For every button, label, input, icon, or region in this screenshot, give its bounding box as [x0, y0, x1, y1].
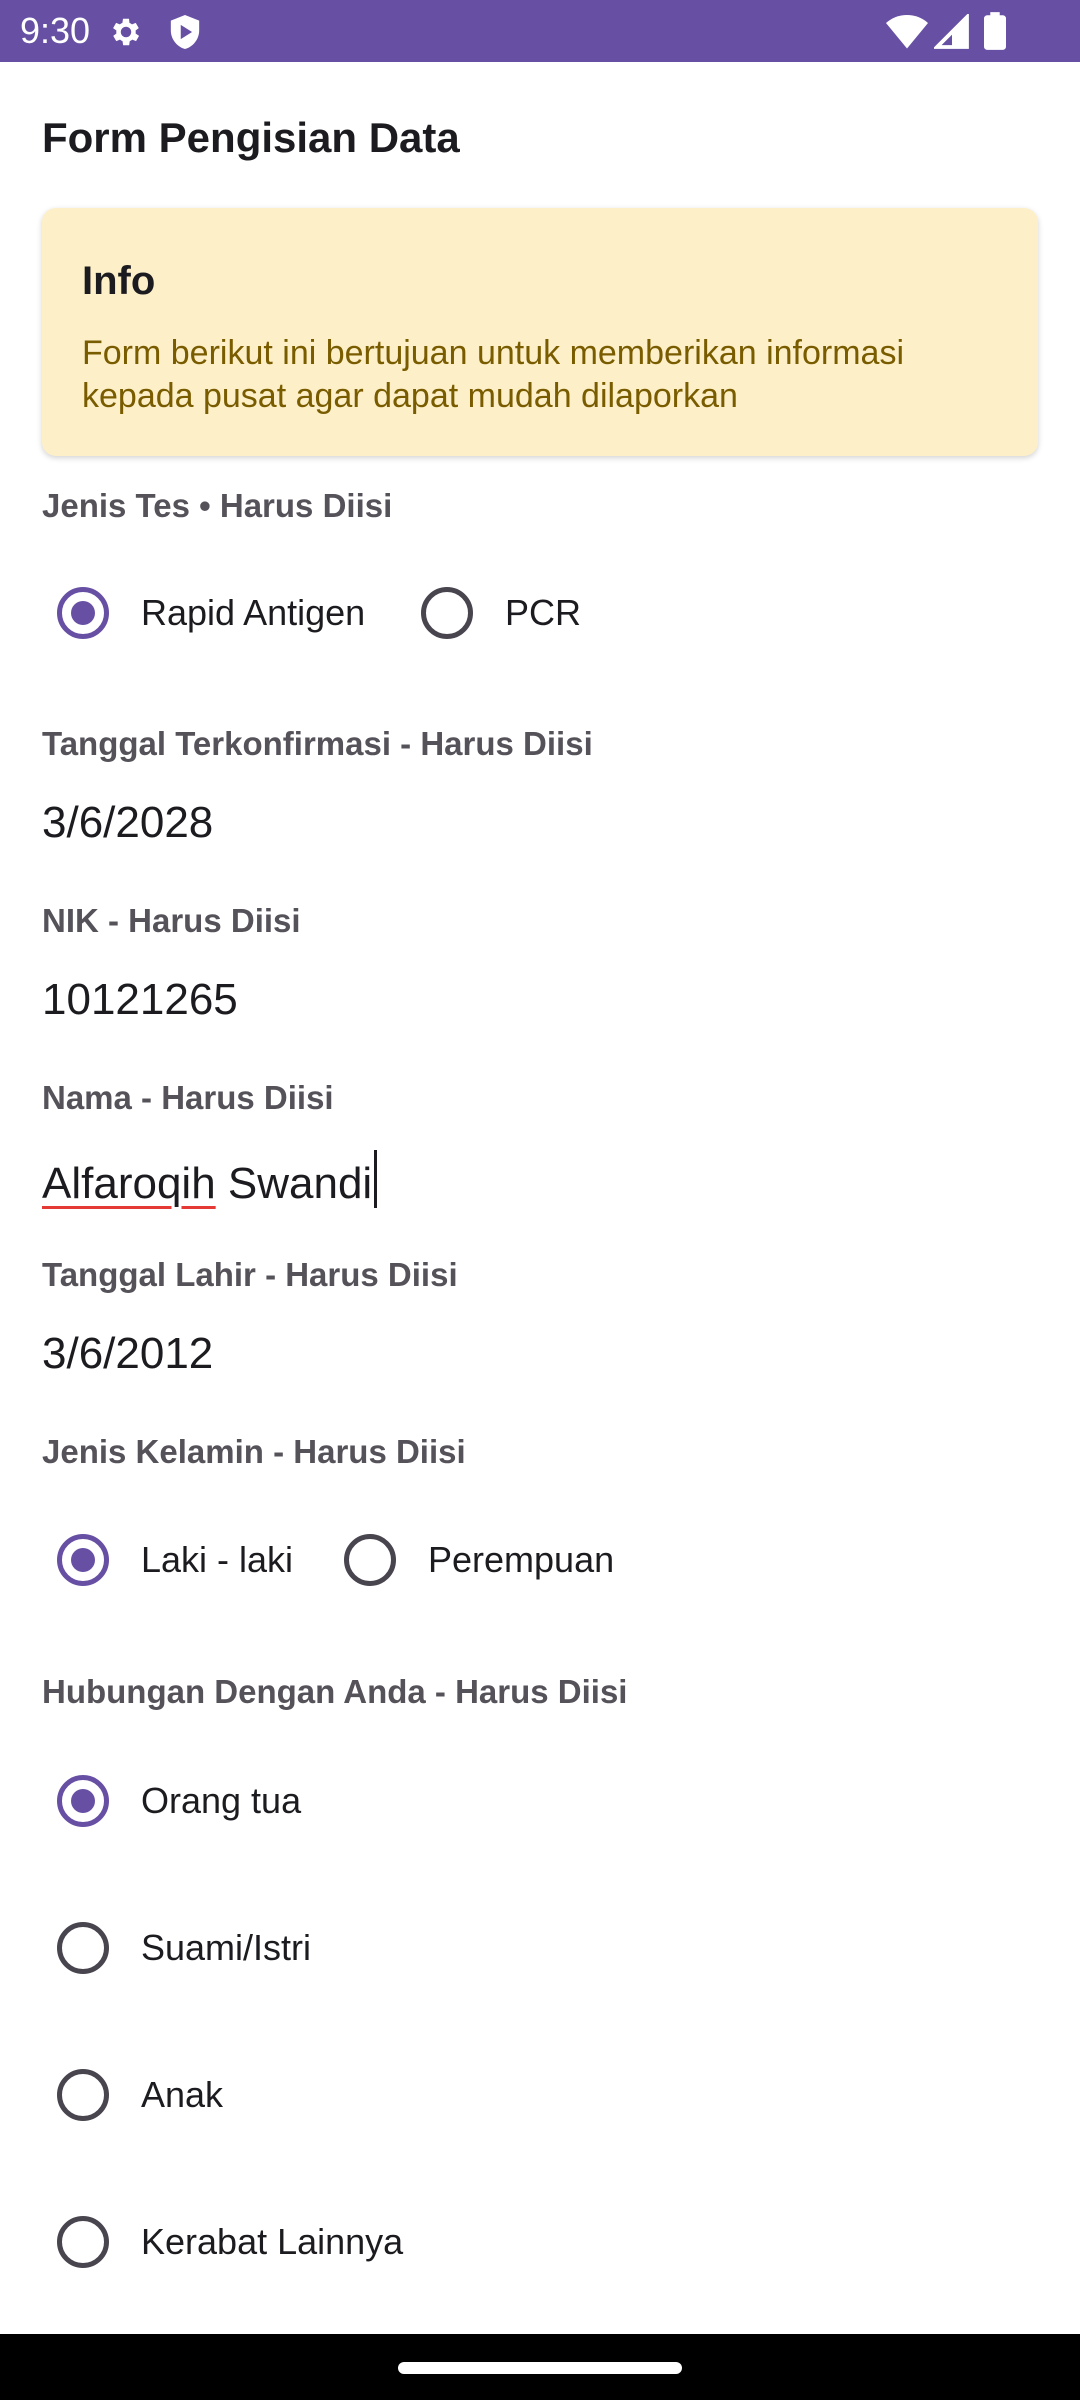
radio-label: Suami/Istri	[141, 1927, 312, 1968]
tanggal-lahir-field[interactable]: 3/6/2012	[42, 1327, 213, 1381]
home-handle[interactable]	[398, 2362, 682, 2374]
status-bar: 9:30	[0, 0, 1080, 62]
radio-button-checked[interactable]	[57, 1534, 109, 1586]
nik-label: NIK - Harus Diisi	[42, 902, 301, 939]
wifi-icon	[886, 14, 928, 49]
radio-orang-tua[interactable]: Orang tua	[57, 1771, 301, 1831]
text-cursor	[374, 1150, 378, 1208]
info-text: Form berikut ini bertujuan untuk memberi…	[82, 334, 905, 415]
radio-anak[interactable]: Anak	[57, 2065, 223, 2125]
radio-button-checked[interactable]	[57, 1775, 109, 1827]
signal-icon	[934, 14, 969, 49]
status-time: 9:30	[20, 10, 91, 51]
radio-button[interactable]	[344, 1534, 396, 1586]
radio-button[interactable]	[421, 587, 473, 639]
radio-button[interactable]	[57, 1922, 109, 1974]
tanggal-lahir-label: Tanggal Lahir - Harus Diisi	[42, 1256, 458, 1293]
radio-label: Anak	[141, 2074, 224, 2115]
radio-suami-istri[interactable]: Suami/Istri	[57, 1918, 311, 1978]
hubungan-label: Hubungan Dengan Anda - Harus Diisi	[42, 1673, 628, 1710]
radio-label: Laki - laki	[141, 1539, 294, 1580]
radio-label: PCR	[505, 592, 582, 633]
radio-label: Orang tua	[141, 1780, 302, 1821]
radio-button-checked[interactable]	[57, 587, 109, 639]
info-card: Info Form berikut ini bertujuan untuk me…	[42, 208, 1038, 456]
nama-rest: Swandi	[215, 1159, 373, 1208]
jenis-tes-label: Jenis Tes • Harus Diisi	[42, 487, 393, 524]
tanggal-terkonfirmasi-field[interactable]: 3/6/2028	[42, 796, 213, 850]
radio-label: Kerabat Lainnya	[141, 2221, 404, 2262]
tanggal-terkonfirmasi-label: Tanggal Terkonfirmasi - Harus Diisi	[42, 725, 593, 762]
nama-label: Nama - Harus Diisi	[42, 1079, 334, 1116]
radio-kerabat-lainnya[interactable]: Kerabat Lainnya	[57, 2212, 403, 2272]
radio-laki-laki[interactable]: Laki - laki	[57, 1530, 293, 1590]
nama-first: Alfaroqih	[42, 1159, 216, 1208]
battery-icon	[984, 12, 1006, 50]
gear-icon	[113, 18, 140, 46]
nama-field[interactable]: Alfaroqih Swandi	[42, 1150, 378, 1211]
radio-rapid-antigen[interactable]: Rapid Antigen	[57, 583, 365, 643]
shield-icon	[170, 15, 200, 49]
jenis-kelamin-label: Jenis Kelamin - Harus Diisi	[42, 1433, 466, 1470]
info-title: Info	[82, 259, 156, 303]
nik-field[interactable]: 10121265	[42, 973, 238, 1027]
radio-button[interactable]	[57, 2216, 109, 2268]
radio-label: Perempuan	[428, 1539, 615, 1580]
page-title: Form Pengisian Data	[42, 114, 460, 161]
radio-perempuan[interactable]: Perempuan	[344, 1530, 614, 1590]
radio-pcr[interactable]: PCR	[421, 583, 581, 643]
radio-label: Rapid Antigen	[141, 592, 366, 633]
radio-button[interactable]	[57, 2069, 109, 2121]
